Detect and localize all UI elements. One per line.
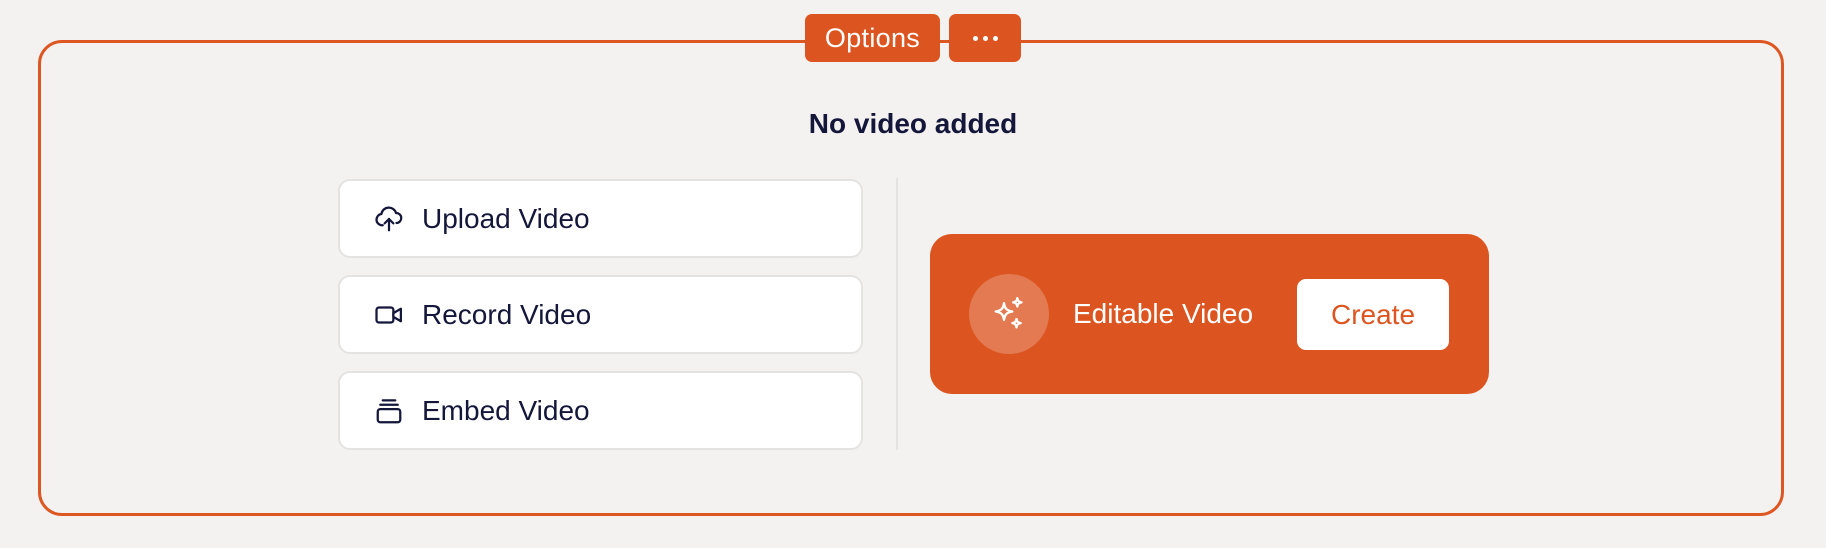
video-camera-icon	[374, 300, 404, 330]
upload-video-button[interactable]: Upload Video	[338, 179, 863, 258]
embed-video-button[interactable]: Embed Video	[338, 371, 863, 450]
sparkles-icon	[969, 274, 1049, 354]
more-options-button[interactable]	[949, 14, 1021, 62]
block-toolbar: Options	[805, 14, 1021, 62]
create-button[interactable]: Create	[1297, 279, 1449, 350]
upload-video-label: Upload Video	[422, 202, 590, 234]
record-video-button[interactable]: Record Video	[338, 275, 863, 354]
empty-state-heading: No video added	[808, 108, 1018, 139]
editable-video-label: Editable Video	[1073, 298, 1254, 329]
options-button[interactable]: Options	[805, 14, 940, 62]
more-horizontal-icon	[970, 35, 1000, 41]
embed-stack-icon	[374, 396, 404, 426]
vertical-divider	[896, 178, 898, 450]
editable-video-card: Editable Video Create	[930, 234, 1489, 394]
upload-cloud-icon	[374, 204, 404, 234]
video-options-list: Upload Video Record Video Embed Video	[338, 179, 863, 467]
record-video-label: Record Video	[422, 298, 592, 330]
embed-video-label: Embed Video	[422, 394, 590, 426]
